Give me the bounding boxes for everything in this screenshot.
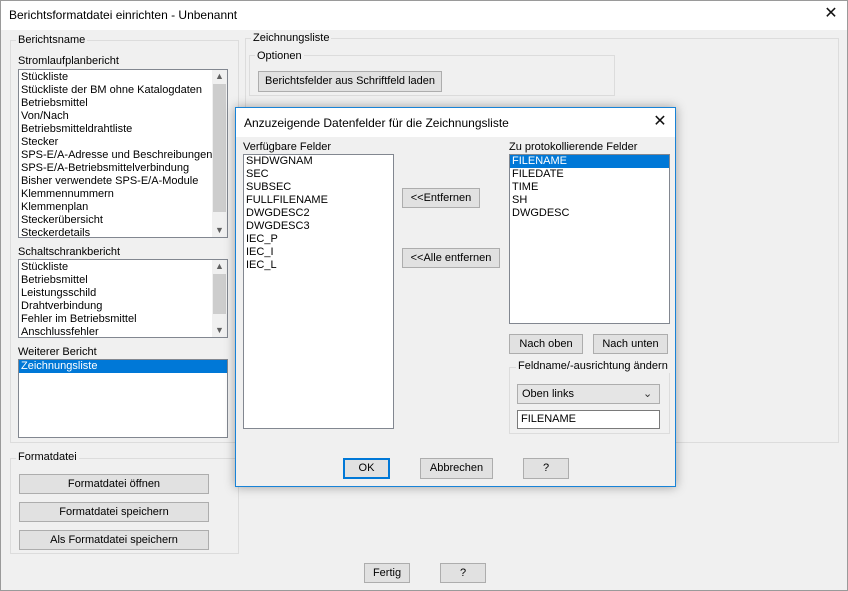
list-item[interactable]: Klemmennummern <box>19 188 212 201</box>
list-item[interactable]: Stecker <box>19 136 212 149</box>
window-title: Berichtsformatdatei einrichten - Unbenan… <box>9 8 238 22</box>
list-item[interactable]: Bisher verwendete SPS-E/A-Module <box>19 175 212 188</box>
remove-all-button[interactable]: <<Alle entfernen <box>402 248 500 268</box>
remove-button[interactable]: <<Entfernen <box>402 188 480 208</box>
list-item[interactable]: SUBSEC <box>244 181 393 194</box>
chevron-up-icon[interactable]: ▲ <box>212 70 227 83</box>
save-format-button[interactable]: Formatdatei speichern <box>19 502 209 522</box>
load-from-titleblock-button[interactable]: Berichtsfelder aus Schriftfeld laden <box>258 71 442 92</box>
schaltschrank-list[interactable]: Stückliste Betriebsmittel Leistungsschil… <box>18 259 228 338</box>
zeichnungsliste-label: Zeichnungsliste <box>251 32 332 45</box>
list-item[interactable]: SHDWGNAM <box>244 155 393 168</box>
list-item[interactable]: Betriebsmittel <box>19 97 212 110</box>
fieldname-input[interactable]: FILENAME <box>517 410 660 429</box>
fields-dialog: Anzuzeigende Datenfelder für die Zeichnu… <box>235 107 676 487</box>
scrollbar-thumb[interactable] <box>213 274 226 314</box>
move-down-button[interactable]: Nach unten <box>593 334 668 354</box>
list-item[interactable]: Drahtverbindung <box>19 300 212 313</box>
list-item[interactable]: SPS-E/A-Adresse und Beschreibungen <box>19 149 212 162</box>
list-item[interactable]: SPS-E/A-Betriebsmittelverbindung <box>19 162 212 175</box>
list-item[interactable]: Stückliste <box>19 71 212 84</box>
list-item[interactable]: TIME <box>510 181 669 194</box>
weiterer-label: Weiterer Bericht <box>18 346 97 358</box>
chevron-up-icon[interactable]: ▲ <box>212 260 227 273</box>
chevron-down-icon[interactable]: ▼ <box>212 224 227 237</box>
scrollbar-thumb[interactable] <box>213 84 226 212</box>
list-item[interactable]: DWGDESC2 <box>244 207 393 220</box>
stromlauf-scrollbar[interactable]: ▲ ▼ <box>212 70 227 237</box>
list-item[interactable]: SH <box>510 194 669 207</box>
dialog-title: Anzuzeigende Datenfelder für die Zeichnu… <box>244 116 509 130</box>
stromlauf-label: Stromlaufplanbericht <box>18 55 119 67</box>
chevron-down-icon[interactable]: ▼ <box>212 324 227 337</box>
alignment-dropdown[interactable]: Oben links ⌄ <box>517 384 660 404</box>
list-item[interactable]: Anschlussfehler <box>19 326 212 337</box>
list-item[interactable]: FULLFILENAME <box>244 194 393 207</box>
title-bar: Berichtsformatdatei einrichten - Unbenan… <box>1 1 847 30</box>
list-item[interactable]: Betriebsmittel <box>19 274 212 287</box>
field-edit-label: Feldname/-ausrichtung ändern <box>516 360 670 373</box>
optionen-label: Optionen <box>255 50 304 63</box>
list-item[interactable]: FILEDATE <box>510 168 669 181</box>
list-item[interactable]: DWGDESC3 <box>244 220 393 233</box>
list-item[interactable]: Fehler im Betriebsmittel <box>19 313 212 326</box>
list-item[interactable]: Leistungsschild <box>19 287 212 300</box>
weiterer-list[interactable]: Zeichnungsliste <box>18 359 228 438</box>
list-item-selected[interactable]: FILENAME <box>510 155 669 168</box>
save-format-as-button[interactable]: Als Formatdatei speichern <box>19 530 209 550</box>
chevron-down-icon: ⌄ <box>643 388 653 400</box>
list-item[interactable]: Klemmenplan <box>19 201 212 214</box>
formatdatei-label: Formatdatei <box>16 451 79 464</box>
dialog-help-button[interactable]: ? <box>523 458 569 479</box>
ok-button[interactable]: OK <box>343 458 390 479</box>
logged-fields-label: Zu protokollierende Felder <box>509 141 638 153</box>
done-button[interactable]: Fertig <box>364 563 410 583</box>
list-item-selected[interactable]: Zeichnungsliste <box>19 360 227 373</box>
open-format-button[interactable]: Formatdatei öffnen <box>19 474 209 494</box>
list-item[interactable]: SEC <box>244 168 393 181</box>
available-fields-list[interactable]: SHDWGNAM SEC SUBSEC FULLFILENAME DWGDESC… <box>243 154 394 429</box>
schaltschrank-scrollbar[interactable]: ▲ ▼ <box>212 260 227 337</box>
list-item[interactable]: Stückliste der BM ohne Katalogdaten <box>19 84 212 97</box>
list-item[interactable]: IEC_L <box>244 259 393 272</box>
list-item[interactable]: IEC_I <box>244 246 393 259</box>
list-item[interactable]: Steckerübersicht <box>19 214 212 227</box>
available-fields-label: Verfügbare Felder <box>243 141 332 153</box>
list-item[interactable]: DWGDESC <box>510 207 669 220</box>
list-item[interactable]: Stückliste <box>19 261 212 274</box>
close-icon[interactable]: ✕ <box>645 111 675 135</box>
list-item[interactable]: Steckerdetails <box>19 227 212 237</box>
move-up-button[interactable]: Nach oben <box>509 334 583 354</box>
list-item[interactable]: Von/Nach <box>19 110 212 123</box>
cancel-button[interactable]: Abbrechen <box>420 458 493 479</box>
stromlauf-list[interactable]: Stückliste Stückliste der BM ohne Katalo… <box>18 69 228 238</box>
alignment-value: Oben links <box>522 388 574 400</box>
logged-fields-list[interactable]: FILENAME FILEDATE TIME SH DWGDESC <box>509 154 670 324</box>
help-button[interactable]: ? <box>440 563 486 583</box>
list-item[interactable]: IEC_P <box>244 233 393 246</box>
close-icon[interactable]: ✕ <box>816 3 846 27</box>
schaltschrank-label: Schaltschrankbericht <box>18 246 121 258</box>
list-item[interactable]: Betriebsmitteldrahtliste <box>19 123 212 136</box>
dialog-title-bar: Anzuzeigende Datenfelder für die Zeichnu… <box>236 108 675 137</box>
berichtsname-label: Berichtsname <box>16 34 88 47</box>
